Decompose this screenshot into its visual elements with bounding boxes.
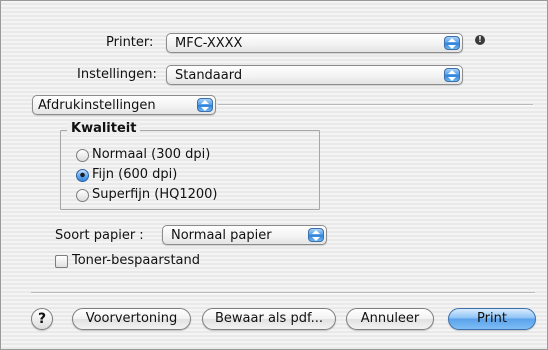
print-dialog: Printer: MFC-XXXX ! Instellingen: Standa… bbox=[0, 0, 548, 350]
quality-radio-superfine[interactable] bbox=[76, 189, 89, 202]
alert-icon: ! bbox=[475, 35, 485, 45]
updown-arrows-icon bbox=[197, 98, 213, 112]
presets-select[interactable]: Standaard bbox=[166, 65, 463, 85]
quality-option-label: Normaal (300 dpi) bbox=[92, 147, 211, 162]
bottom-separator bbox=[31, 292, 535, 294]
panel-select[interactable]: Afdrukinstellingen bbox=[32, 95, 216, 115]
presets-select-value: Standaard bbox=[175, 68, 243, 83]
updown-arrows-icon bbox=[444, 68, 460, 82]
updown-arrows-icon bbox=[444, 36, 460, 50]
paper-type-label: Soort papier : bbox=[55, 228, 144, 243]
quality-group-title: Kwaliteit bbox=[67, 122, 141, 136]
quality-option-label: Fijn (600 dpi) bbox=[92, 167, 178, 182]
save-as-pdf-button[interactable]: Bewaar als pdf... bbox=[202, 308, 336, 330]
paper-type-select-value: Normaal papier bbox=[171, 228, 272, 243]
toner-save-checkbox[interactable] bbox=[55, 255, 68, 268]
panel-separator bbox=[218, 104, 533, 106]
paper-type-select[interactable]: Normaal papier bbox=[162, 225, 327, 245]
printer-select[interactable]: MFC-XXXX bbox=[166, 33, 463, 53]
updown-arrows-icon bbox=[308, 228, 324, 242]
quality-radio-normal[interactable] bbox=[76, 149, 89, 162]
printer-label: Printer: bbox=[106, 35, 154, 50]
panel-select-value: Afdrukinstellingen bbox=[38, 98, 156, 113]
preview-button[interactable]: Voorvertoning bbox=[72, 308, 191, 330]
cancel-button[interactable]: Annuleer bbox=[346, 308, 434, 330]
quality-option-label: Superfijn (HQ1200) bbox=[92, 187, 218, 202]
toner-save-label: Toner-bespaarstand bbox=[72, 253, 201, 268]
print-button[interactable]: Print bbox=[448, 308, 536, 330]
quality-radio-fine[interactable] bbox=[76, 169, 89, 182]
printer-select-value: MFC-XXXX bbox=[175, 36, 243, 51]
help-button[interactable]: ? bbox=[31, 308, 53, 330]
presets-label: Instellingen: bbox=[77, 67, 157, 82]
